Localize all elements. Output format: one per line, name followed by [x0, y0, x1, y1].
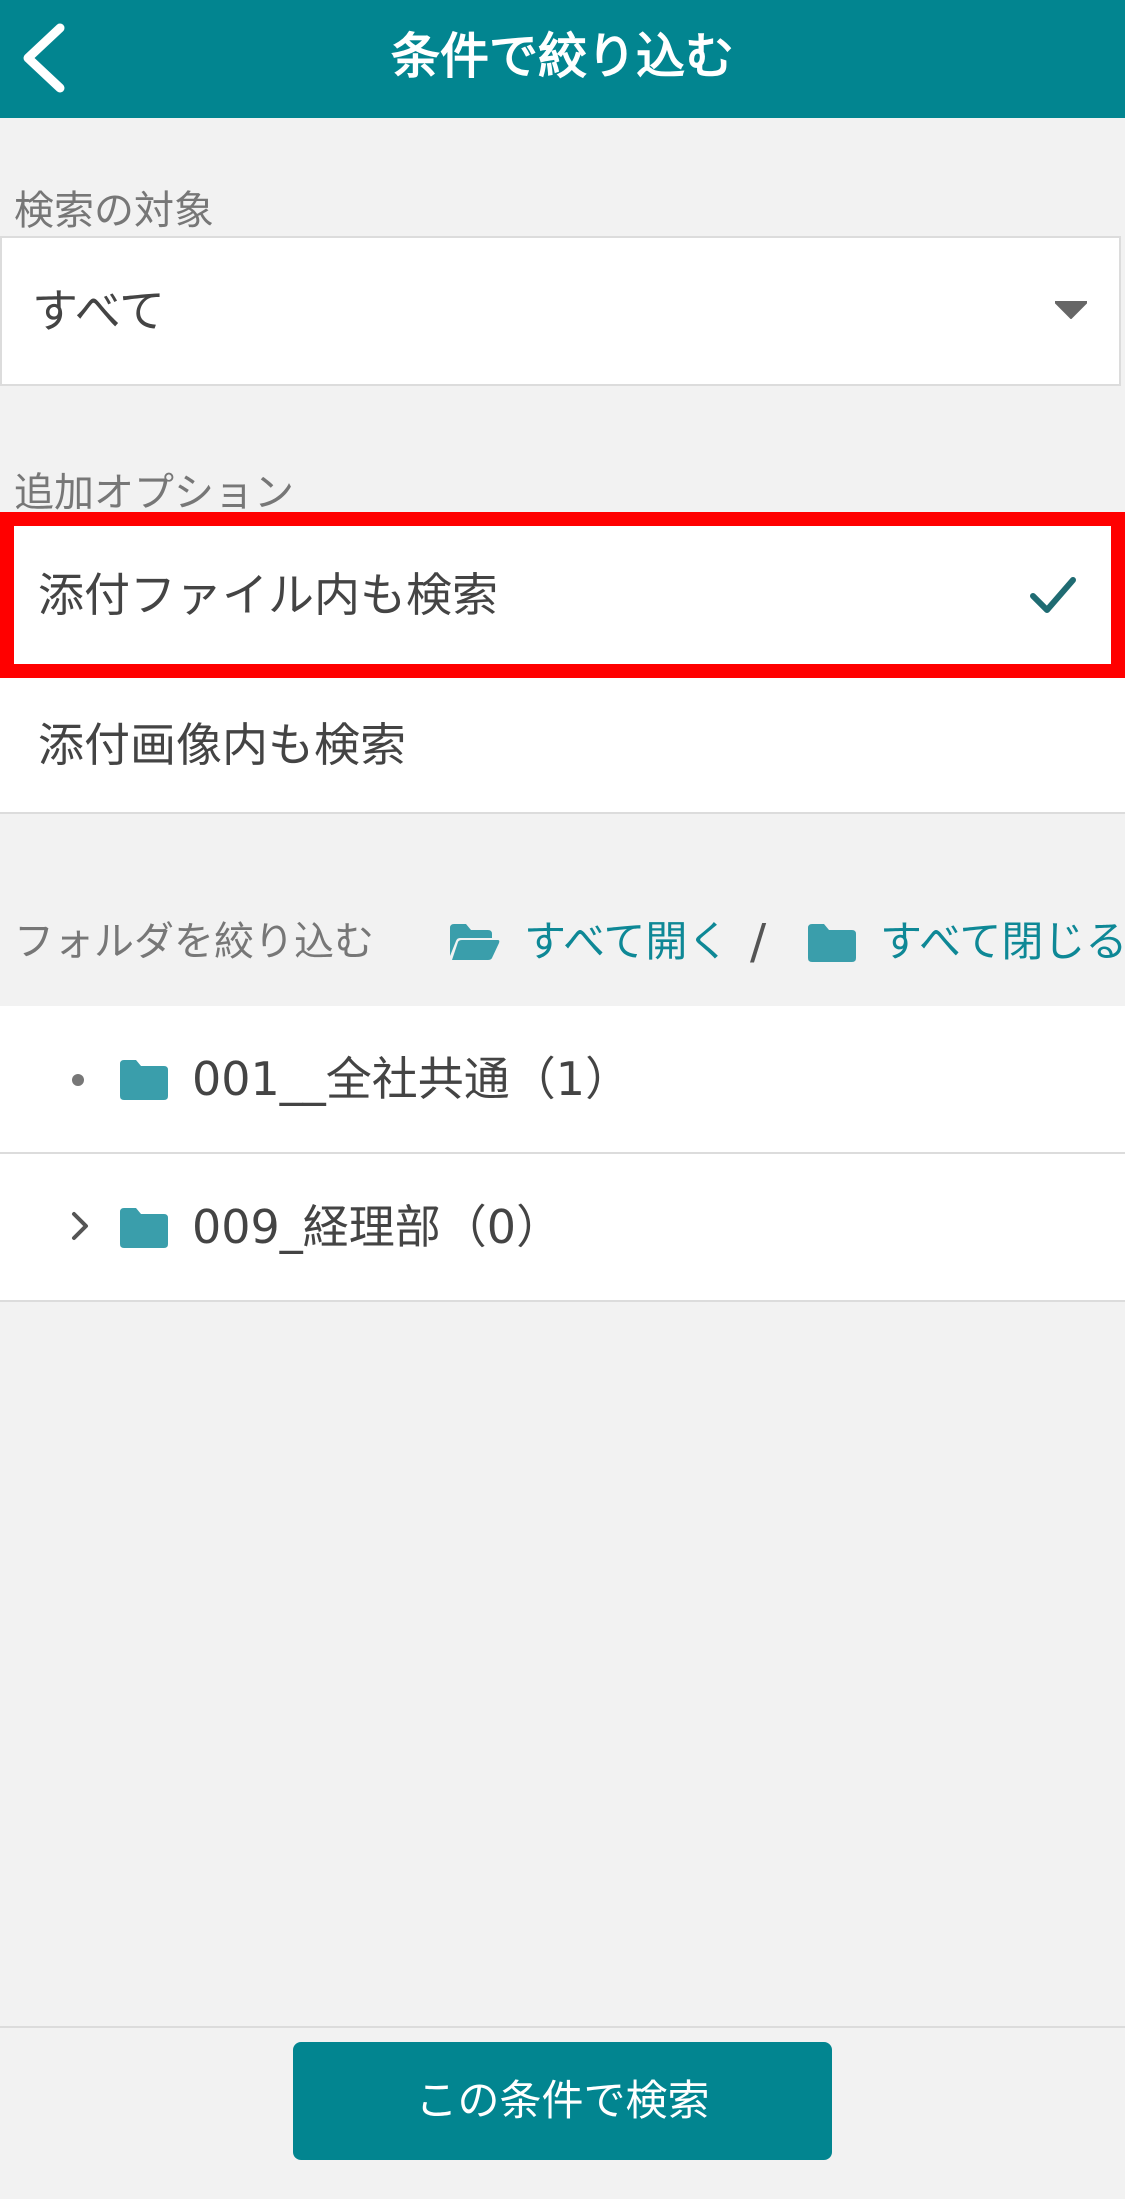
- folder-label: 001__全社共通（1）: [192, 1052, 632, 1106]
- caret-down-icon: [1055, 301, 1087, 319]
- option-search-images[interactable]: 添付画像内も検索: [0, 678, 1125, 814]
- expand-all-button[interactable]: すべて開く: [446, 900, 730, 984]
- search-target-select[interactable]: すべて: [0, 236, 1121, 386]
- folder-open-icon: [450, 924, 500, 960]
- search-target-value: すべて: [32, 284, 165, 338]
- folder-row-009[interactable]: 009_経理部（0）: [0, 1154, 1125, 1302]
- expand-all-label: すべて開く: [524, 917, 730, 966]
- collapse-all-label: すべて閉じる: [880, 917, 1125, 966]
- option-label: 添付画像内も検索: [38, 718, 406, 772]
- folder-closed-icon: [808, 924, 856, 962]
- folder-row-001[interactable]: 001__全社共通（1）: [0, 1006, 1125, 1154]
- page-title: 条件で絞り込む: [390, 28, 734, 85]
- folder-filter-label: フォルダを絞り込む: [14, 919, 374, 965]
- chevron-right-icon[interactable]: [62, 1204, 98, 1248]
- separator: /: [750, 914, 767, 970]
- search-with-conditions-button[interactable]: この条件で検索: [293, 2042, 832, 2160]
- bullet-icon: [72, 1074, 84, 1086]
- collapse-all-button[interactable]: すべて閉じる: [806, 900, 1125, 984]
- folder-icon: [120, 1060, 168, 1100]
- additional-options-label: 追加オプション: [14, 470, 294, 516]
- folder-filter-header: フォルダを絞り込む すべて開く / すべて閉じる: [0, 900, 1125, 984]
- folder-label: 009_経理部（0）: [192, 1200, 563, 1254]
- bottom-bar: この条件で検索: [0, 2026, 1125, 2199]
- folder-icon: [120, 1208, 168, 1248]
- option-search-attachments[interactable]: 添付ファイル内も検索: [0, 512, 1125, 678]
- search-target-label: 検索の対象: [14, 188, 214, 234]
- option-label: 添付ファイル内も検索: [38, 568, 498, 622]
- app-header: 条件で絞り込む: [0, 0, 1125, 118]
- checkmark-icon: [1030, 577, 1076, 613]
